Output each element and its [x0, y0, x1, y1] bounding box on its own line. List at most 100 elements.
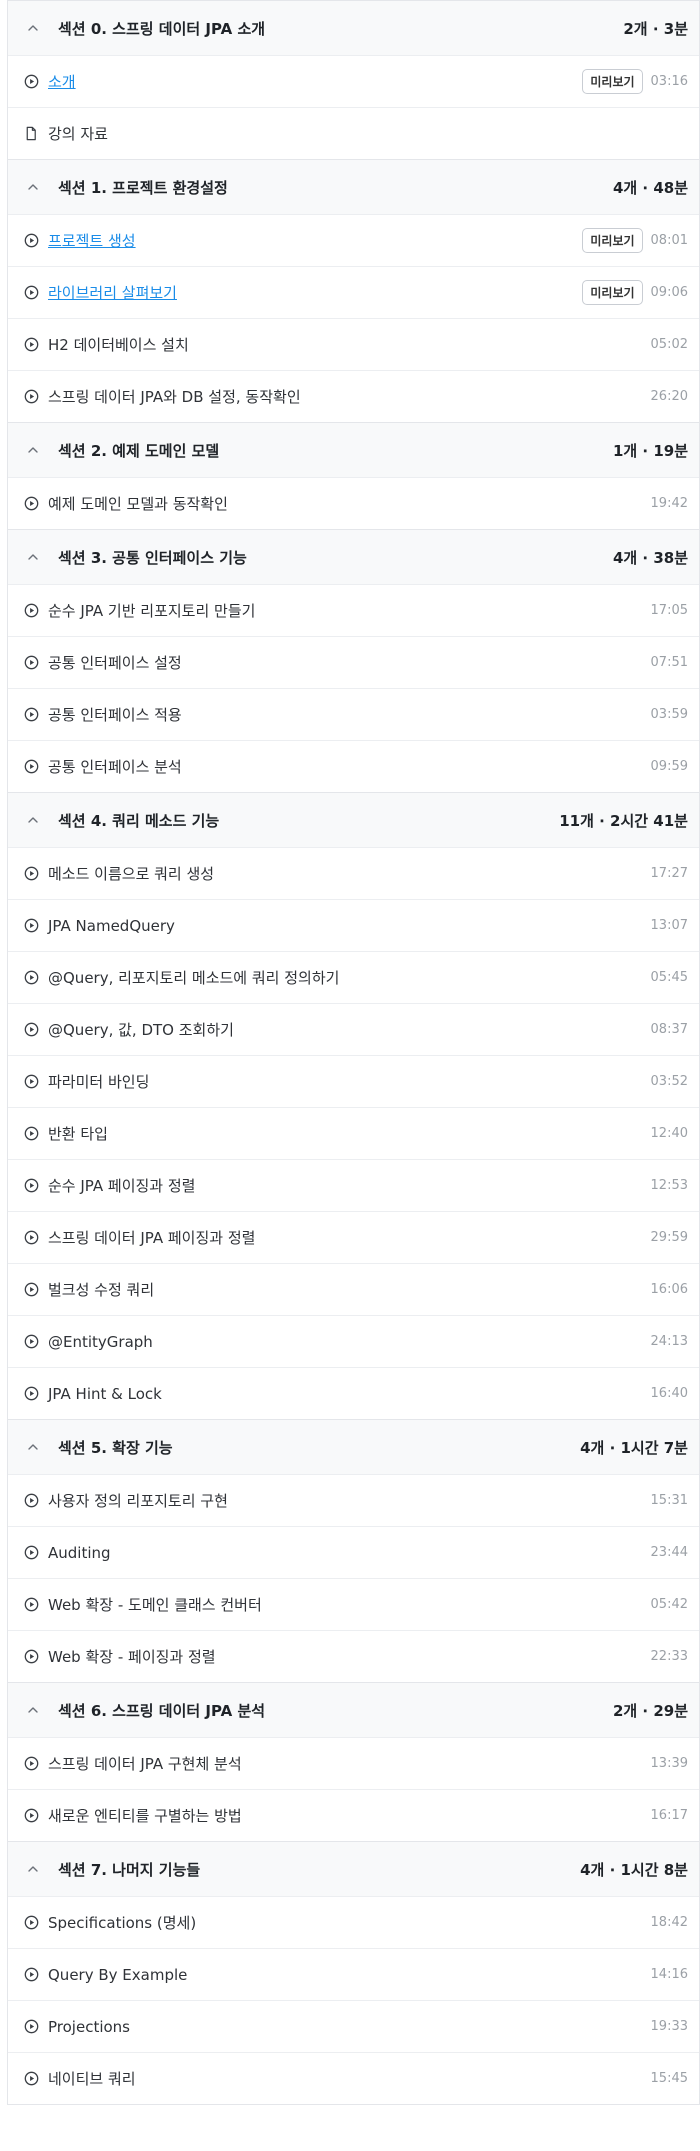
- lecture-title: 메소드 이름으로 쿼리 생성: [48, 865, 215, 883]
- lecture-item[interactable]: 예제 도메인 모델과 동작확인 19:42: [8, 477, 699, 529]
- lecture-item[interactable]: JPA NamedQuery 13:07: [8, 899, 699, 951]
- chevron-up-icon[interactable]: [22, 546, 44, 568]
- lecture-duration: 15:31: [650, 1493, 688, 1508]
- chevron-up-icon[interactable]: [22, 809, 44, 831]
- lecture-item[interactable]: 반환 타입 12:40: [8, 1107, 699, 1159]
- lecture-duration: 13:07: [650, 918, 688, 933]
- lecture-title: @Query, 리포지토리 메소드에 쿼리 정의하기: [48, 969, 340, 987]
- lecture-item[interactable]: 프로젝트 생성 미리보기 08:01: [8, 214, 699, 266]
- lecture-title: Auditing: [48, 1543, 111, 1562]
- section-header[interactable]: 섹션 3. 공통 인터페이스 기능 4개 ∙ 38분: [8, 530, 699, 584]
- lecture-title: 예제 도메인 모델과 동작확인: [48, 495, 228, 513]
- lecture-duration: 08:37: [650, 1022, 688, 1037]
- section-title: 섹션 1. 프로젝트 환경설정: [58, 178, 228, 197]
- lecture-item[interactable]: 사용자 정의 리포지토리 구현 15:31: [8, 1474, 699, 1526]
- lecture-title[interactable]: 라이브러리 살펴보기: [48, 282, 582, 303]
- lecture-item[interactable]: 공통 인터페이스 분석 09:59: [8, 740, 699, 792]
- lecture-title: 순수 JPA 페이징과 정렬: [48, 1177, 196, 1195]
- chevron-up-icon[interactable]: [22, 17, 44, 39]
- section-meta: 2개 ∙ 29분: [612, 1701, 688, 1720]
- lecture-item[interactable]: 공통 인터페이스 적용 03:59: [8, 688, 699, 740]
- play-icon: [23, 337, 39, 353]
- preview-button[interactable]: 미리보기: [582, 228, 643, 253]
- lecture-item[interactable]: 강의 자료: [8, 107, 699, 159]
- lecture-title: 공통 인터페이스 분석: [48, 758, 182, 776]
- lecture-item[interactable]: H2 데이터베이스 설치 05:02: [8, 318, 699, 370]
- play-icon: [23, 2019, 39, 2035]
- lecture-item[interactable]: Specifications (명세) 18:42: [8, 1896, 699, 1948]
- lecture-item[interactable]: Web 확장 - 도메인 클래스 컨버터 05:42: [8, 1578, 699, 1630]
- play-icon: [23, 866, 39, 882]
- preview-button[interactable]: 미리보기: [582, 280, 643, 305]
- lecture-item[interactable]: 순수 JPA 페이징과 정렬 12:53: [8, 1159, 699, 1211]
- lecture-title: @EntityGraph: [48, 1332, 153, 1351]
- lecture-title: 새로운 엔티티를 구별하는 방법: [48, 1807, 242, 1825]
- play-icon: [23, 1545, 39, 1561]
- lecture-title: 사용자 정의 리포지토리 구현: [48, 1492, 228, 1510]
- lecture-item[interactable]: 네이티브 쿼리 15:45: [8, 2052, 699, 2104]
- lecture-item[interactable]: @EntityGraph 24:13: [8, 1315, 699, 1367]
- lecture-item[interactable]: 메소드 이름으로 쿼리 생성 17:27: [8, 847, 699, 899]
- section-title: 섹션 2. 예제 도메인 모델: [58, 441, 220, 460]
- chevron-up-icon[interactable]: [22, 1699, 44, 1721]
- section-meta: 4개 ∙ 38분: [612, 548, 688, 567]
- play-icon: [23, 603, 39, 619]
- lecture-title: 벌크성 수정 쿼리: [48, 1281, 155, 1299]
- lecture-item[interactable]: Web 확장 - 페이징과 정렬 22:33: [8, 1630, 699, 1682]
- play-icon: [23, 1386, 39, 1402]
- chevron-up-icon[interactable]: [22, 176, 44, 198]
- play-icon: [23, 1808, 39, 1824]
- chevron-up-icon[interactable]: [22, 439, 44, 461]
- play-icon: [23, 655, 39, 671]
- lecture-title: 스프링 데이터 JPA 구현체 분석: [48, 1755, 242, 1773]
- lecture-title: @Query, 값, DTO 조회하기: [48, 1021, 234, 1039]
- lecture-duration: 16:40: [650, 1386, 688, 1401]
- lecture-item[interactable]: 스프링 데이터 JPA 구현체 분석 13:39: [8, 1737, 699, 1789]
- chevron-up-icon[interactable]: [22, 1858, 44, 1880]
- lecture-duration: 17:05: [650, 603, 688, 618]
- lecture-item[interactable]: 스프링 데이터 JPA와 DB 설정, 동작확인 26:20: [8, 370, 699, 422]
- lecture-item[interactable]: @Query, 리포지토리 메소드에 쿼리 정의하기 05:45: [8, 951, 699, 1003]
- lecture-duration: 15:45: [650, 2071, 688, 2086]
- section-header[interactable]: 섹션 2. 예제 도메인 모델 1개 ∙ 19분: [8, 423, 699, 477]
- lecture-item[interactable]: 벌크성 수정 쿼리 16:06: [8, 1263, 699, 1315]
- lecture-title: 반환 타입: [48, 1125, 108, 1143]
- section-title: 섹션 3. 공통 인터페이스 기능: [58, 548, 247, 567]
- section-header[interactable]: 섹션 4. 쿼리 메소드 기능 11개 ∙ 2시간 41분: [8, 793, 699, 847]
- play-icon: [23, 285, 39, 301]
- curriculum-section: 섹션 5. 확장 기능 4개 ∙ 1시간 7분사용자 정의 리포지토리 구현 15:…: [8, 1419, 699, 1682]
- lecture-item[interactable]: Projections 19:33: [8, 2000, 699, 2052]
- play-icon: [23, 1282, 39, 1298]
- section-header[interactable]: 섹션 1. 프로젝트 환경설정 4개 ∙ 48분: [8, 160, 699, 214]
- lecture-duration: 03:59: [650, 707, 688, 722]
- lecture-title: Web 확장 - 도메인 클래스 컨버터: [48, 1596, 262, 1614]
- lecture-item[interactable]: 스프링 데이터 JPA 페이징과 정렬 29:59: [8, 1211, 699, 1263]
- section-header[interactable]: 섹션 7. 나머지 기능들 4개 ∙ 1시간 8분: [8, 1842, 699, 1896]
- lecture-title: JPA Hint & Lock: [48, 1384, 162, 1403]
- lecture-item[interactable]: 라이브러리 살펴보기 미리보기 09:06: [8, 266, 699, 318]
- lecture-title[interactable]: 프로젝트 생성: [48, 230, 582, 251]
- lecture-item[interactable]: JPA Hint & Lock 16:40: [8, 1367, 699, 1419]
- chevron-up-icon[interactable]: [22, 1436, 44, 1458]
- lecture-duration: 29:59: [650, 1230, 688, 1245]
- play-icon: [23, 496, 39, 512]
- section-header[interactable]: 섹션 0. 스프링 데이터 JPA 소개 2개 ∙ 3분: [8, 1, 699, 55]
- lecture-item[interactable]: 파라미터 바인딩 03:52: [8, 1055, 699, 1107]
- section-header[interactable]: 섹션 6. 스프링 데이터 JPA 분석 2개 ∙ 29분: [8, 1683, 699, 1737]
- lecture-item[interactable]: Auditing 23:44: [8, 1526, 699, 1578]
- lecture-title: JPA NamedQuery: [48, 916, 175, 935]
- lecture-item[interactable]: @Query, 값, DTO 조회하기 08:37: [8, 1003, 699, 1055]
- section-meta: 1개 ∙ 19분: [612, 441, 688, 460]
- preview-button[interactable]: 미리보기: [582, 69, 643, 94]
- lecture-item[interactable]: 공통 인터페이스 설정 07:51: [8, 636, 699, 688]
- lecture-title: 스프링 데이터 JPA 페이징과 정렬: [48, 1229, 256, 1247]
- curriculum-section: 섹션 0. 스프링 데이터 JPA 소개 2개 ∙ 3분 소개 미리보기 03:16 강의…: [8, 0, 699, 159]
- lecture-item[interactable]: 새로운 엔티티를 구별하는 방법 16:17: [8, 1789, 699, 1841]
- lecture-title: 네이티브 쿼리: [48, 2070, 136, 2088]
- lecture-item[interactable]: 소개 미리보기 03:16: [8, 55, 699, 107]
- lecture-duration: 19:42: [650, 496, 688, 511]
- section-header[interactable]: 섹션 5. 확장 기능 4개 ∙ 1시간 7분: [8, 1420, 699, 1474]
- lecture-title[interactable]: 소개: [48, 71, 582, 92]
- lecture-item[interactable]: Query By Example 14:16: [8, 1948, 699, 2000]
- lecture-item[interactable]: 순수 JPA 기반 리포지토리 만들기 17:05: [8, 584, 699, 636]
